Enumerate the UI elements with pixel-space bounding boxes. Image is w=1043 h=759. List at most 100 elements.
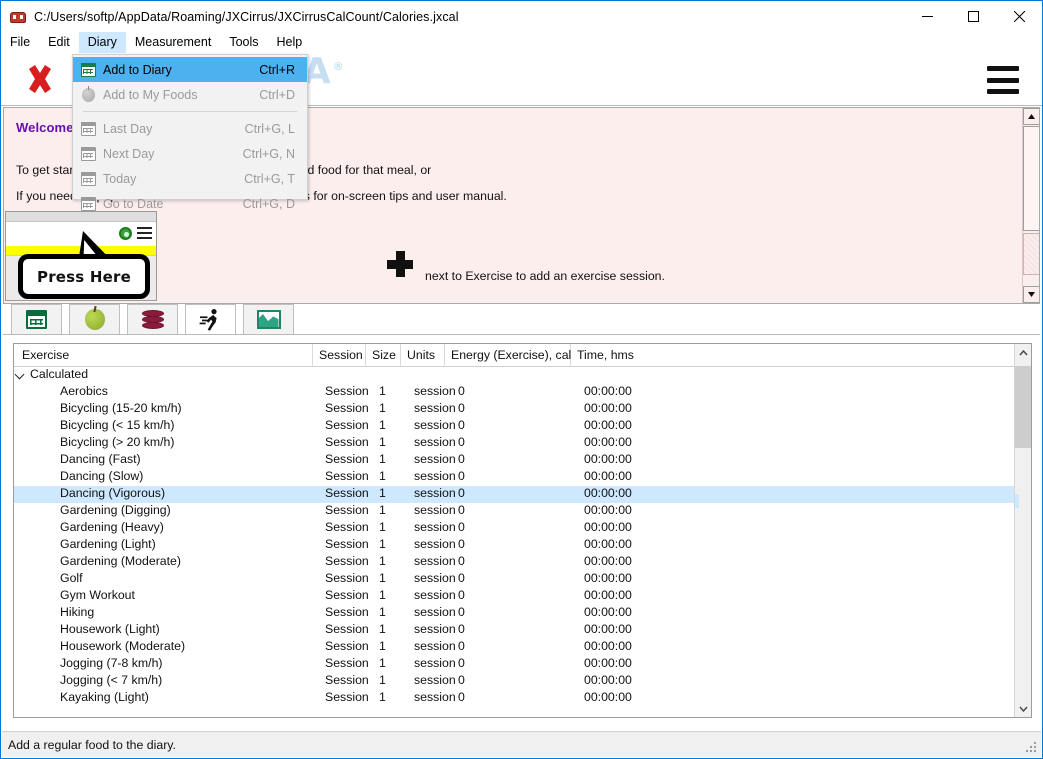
database-icon bbox=[141, 309, 164, 330]
menu-edit[interactable]: Edit bbox=[39, 32, 79, 53]
cell-units: session bbox=[414, 401, 456, 415]
cell-exercise: Housework (Moderate) bbox=[60, 639, 186, 653]
table-row[interactable]: Jogging (< 7 km/h) Session 1 session 0 00:00:… bbox=[14, 673, 1031, 690]
press-here-label: Press Here bbox=[37, 267, 131, 286]
scroll-down-arrow[interactable] bbox=[1023, 286, 1039, 303]
table-scroll-down-arrow[interactable] bbox=[1015, 700, 1031, 717]
menu-item-last-day[interactable]: Last Day Ctrl+G, L bbox=[73, 116, 307, 141]
table-row[interactable]: Aerobics Session 1 session 0 00:00:00 bbox=[14, 384, 1031, 401]
cell-session: Session bbox=[325, 571, 369, 585]
column-header-exercise[interactable]: Exercise bbox=[14, 344, 313, 367]
menu-diary[interactable]: Diary bbox=[78, 31, 126, 53]
table-scroll-up-arrow[interactable] bbox=[1015, 344, 1031, 361]
column-header-time[interactable]: Time, hms bbox=[571, 344, 671, 367]
table-row[interactable]: Hiking Session 1 session 0 00:00:00 bbox=[14, 605, 1031, 622]
table-row[interactable]: Dancing (Vigorous) Session 1 session 0 00:00:… bbox=[14, 486, 1031, 503]
table-row[interactable]: Gardening (Moderate) Session 1 session 0 00:0… bbox=[14, 554, 1031, 571]
table-row[interactable]: Housework (Light) Session 1 session 0 00:00:0… bbox=[14, 622, 1031, 639]
table-row[interactable]: Gym Workout Session 1 session 0 00:00:00 bbox=[14, 588, 1031, 605]
cell-exercise: Dancing (Vigorous) bbox=[60, 486, 166, 500]
minimize-button[interactable] bbox=[904, 1, 950, 32]
resize-grip[interactable] bbox=[1026, 742, 1038, 754]
tab-database[interactable] bbox=[127, 304, 178, 334]
cell-energy: 0 bbox=[458, 486, 465, 500]
cell-exercise: Kayaking (Light) bbox=[60, 690, 149, 704]
close-button[interactable] bbox=[996, 1, 1042, 32]
menu-item-today[interactable]: Today Ctrl+G, T bbox=[73, 166, 307, 191]
cell-size: 1 bbox=[379, 656, 386, 670]
table-header-row: Exercise Session Size Units Energy (Exer… bbox=[14, 344, 1031, 367]
cell-energy: 0 bbox=[458, 503, 465, 517]
column-header-session[interactable]: Session bbox=[313, 344, 366, 367]
table-row[interactable]: Kayaking (Light) Session 1 session 0 00:00:00 bbox=[14, 690, 1031, 707]
welcome-scroll-lower[interactable] bbox=[1023, 233, 1039, 275]
cell-units: session bbox=[414, 588, 456, 602]
table-row[interactable]: Gardening (Heavy) Session 1 session 0 00:00:0… bbox=[14, 520, 1031, 537]
cell-time: 00:00:00 bbox=[584, 690, 632, 704]
table-group-row[interactable]: Calculated bbox=[14, 367, 1031, 384]
cell-exercise: Housework (Light) bbox=[60, 622, 160, 636]
tab-charts[interactable] bbox=[243, 304, 294, 334]
scroll-up-arrow[interactable] bbox=[1023, 108, 1039, 125]
cell-size: 1 bbox=[379, 435, 386, 449]
cell-session: Session bbox=[325, 418, 369, 432]
welcome-scroll-track[interactable] bbox=[1023, 126, 1039, 285]
red-x-delete-icon[interactable] bbox=[23, 62, 57, 96]
table-row[interactable]: Jogging (7-8 km/h) Session 1 session 0 00:00:… bbox=[14, 656, 1031, 673]
menu-help[interactable]: Help bbox=[268, 32, 312, 53]
cell-size: 1 bbox=[379, 469, 386, 483]
menu-file[interactable]: File bbox=[1, 32, 39, 53]
tab-foods[interactable] bbox=[69, 304, 120, 334]
press-here-callout: Press Here bbox=[5, 211, 157, 301]
menu-item-go-to-date[interactable]: Go to Date Ctrl+G, D bbox=[73, 191, 307, 216]
cell-time: 00:00:00 bbox=[584, 486, 632, 500]
menu-item-add-to-diary[interactable]: Add to Diary Ctrl+R bbox=[73, 57, 307, 82]
table-row[interactable]: Gardening (Digging) Session 1 session 0 00:00… bbox=[14, 503, 1031, 520]
table-row[interactable]: Bicycling (< 15 km/h) Session 1 session 0 00:… bbox=[14, 418, 1031, 435]
cell-size: 1 bbox=[379, 418, 386, 432]
table-scrollbar[interactable] bbox=[1014, 344, 1031, 717]
chart-icon bbox=[256, 310, 281, 329]
table-scroll-thumb[interactable] bbox=[1015, 366, 1031, 448]
cell-time: 00:00:00 bbox=[584, 554, 632, 568]
tab-bar bbox=[3, 304, 1040, 335]
calendar-add-icon bbox=[73, 62, 103, 77]
table-row[interactable]: Housework (Moderate) Session 1 session 0 00:0… bbox=[14, 639, 1031, 656]
window-controls bbox=[904, 1, 1042, 32]
cell-session: Session bbox=[325, 384, 369, 398]
table-row[interactable]: Bicycling (15-20 km/h) Session 1 session 0 00… bbox=[14, 401, 1031, 418]
cell-size: 1 bbox=[379, 384, 386, 398]
welcome-scrollbar[interactable] bbox=[1022, 108, 1039, 303]
menu-item-shortcut: Ctrl+G, L bbox=[244, 121, 295, 136]
table-row[interactable]: Bicycling (> 20 km/h) Session 1 session 0 00:… bbox=[14, 435, 1031, 452]
menu-item-add-to-my-foods[interactable]: Add to My Foods Ctrl+D bbox=[73, 82, 307, 107]
cell-units: session bbox=[414, 452, 456, 466]
menu-item-next-day[interactable]: Next Day Ctrl+G, N bbox=[73, 141, 307, 166]
tab-exercise[interactable] bbox=[185, 304, 236, 334]
menu-tools[interactable]: Tools bbox=[220, 32, 267, 53]
menu-item-shortcut: Ctrl+R bbox=[259, 62, 295, 77]
menu-measurement[interactable]: Measurement bbox=[126, 32, 220, 53]
column-header-energy[interactable]: Energy (Exercise), cal bbox=[445, 344, 571, 367]
tab-diary[interactable] bbox=[11, 304, 62, 334]
cell-units: session bbox=[414, 571, 456, 585]
menu-item-label: Today bbox=[103, 171, 137, 186]
table-row[interactable]: Golf Session 1 session 0 00:00:00 bbox=[14, 571, 1031, 588]
table-row[interactable]: Dancing (Slow) Session 1 session 0 00:00:00 bbox=[14, 469, 1031, 486]
exercise-table: Exercise Session Size Units Energy (Exer… bbox=[13, 343, 1032, 718]
hamburger-menu-icon bbox=[137, 227, 152, 239]
chevron-down-icon[interactable] bbox=[16, 371, 25, 380]
welcome-scroll-thumb[interactable] bbox=[1023, 126, 1039, 231]
table-row[interactable]: Dancing (Fast) Session 1 session 0 00:00:00 bbox=[14, 452, 1031, 469]
application-window: C:/Users/softp/AppData/Roaming/JXCirrus/… bbox=[0, 0, 1043, 759]
column-header-units[interactable]: Units bbox=[401, 344, 445, 367]
table-body: Calculated Aerobics Session 1 session 0 00:00… bbox=[14, 367, 1031, 707]
table-row[interactable]: Gardening (Light) Session 1 session 0 00:00:0… bbox=[14, 537, 1031, 554]
maximize-button[interactable] bbox=[950, 1, 996, 32]
menu-item-label: Add to Diary bbox=[103, 62, 172, 77]
menu-item-label: Go to Date bbox=[103, 196, 164, 211]
cell-exercise: Dancing (Slow) bbox=[60, 469, 144, 483]
hamburger-menu-icon[interactable] bbox=[987, 66, 1019, 94]
calendar-goto-icon bbox=[73, 196, 103, 211]
column-header-size[interactable]: Size bbox=[366, 344, 401, 367]
